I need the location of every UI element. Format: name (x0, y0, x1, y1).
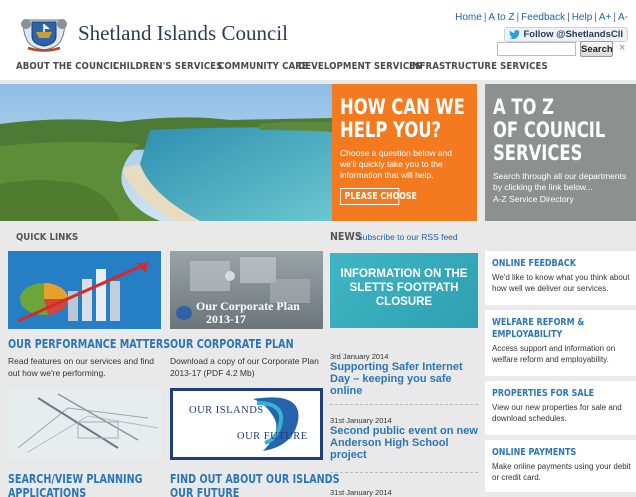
welfare-reform-text: Access support and information on welfar… (492, 344, 616, 364)
council-crest-logo[interactable] (18, 12, 70, 52)
online-payments-box[interactable]: ONLINE PAYMENTS Make online payments usi… (485, 440, 636, 492)
online-payments-title[interactable]: ONLINE PAYMENTS (492, 447, 576, 459)
site-header: Shetland Islands Council Home | A to Z | Fee… (0, 0, 636, 80)
our-islands-image-text-1: OUR ISLANDS (189, 405, 264, 416)
twitter-follow-label: Follow @ShetlandsCll (523, 29, 623, 40)
az-description: Search through all our departments by cl… (493, 171, 627, 192)
nav-childrens-services[interactable]: CHILDREN'S SERVICES (113, 61, 222, 72)
performance-matters-text: Read features on our services and find o… (8, 356, 155, 378)
our-islands-image[interactable]: OUR ISLANDS OUR FUTURE (170, 388, 323, 460)
search-input[interactable] (497, 42, 576, 56)
help-panel: HOW CAN WE HELP YOU? Choose a question b… (332, 84, 477, 221)
corporate-plan-text: Download a copy of our Corporate Plan 20… (170, 356, 319, 378)
our-islands-title-2[interactable]: OUR FUTURE (170, 486, 239, 497)
az-service-directory-link[interactable]: A-Z Service Directory (493, 194, 628, 204)
text-smaller-link[interactable]: A- (618, 12, 628, 23)
online-payments-text: Make online payments using your debit or… (492, 462, 631, 482)
our-islands-image-text-2: OUR FUTURE (237, 431, 308, 442)
news-headline[interactable]: Second public event on new Anderson High… (330, 425, 478, 461)
az-title-line3: SERVICES (493, 141, 583, 165)
welfare-reform-title-2[interactable]: EMPLOYABILITY (492, 329, 562, 341)
search-button[interactable]: Search (580, 41, 613, 57)
twitter-bird-icon (509, 30, 521, 39)
news-divider (330, 472, 478, 473)
planning-drawing-image[interactable] (8, 388, 161, 460)
online-feedback-box[interactable]: ONLINE FEEDBACK We'd like to know what y… (485, 251, 636, 305)
nav-infrastructure-services[interactable]: INFRASTRUCTURE SERVICES (409, 61, 548, 72)
rss-feed-link[interactable]: Subscribe to our RSS feed (357, 232, 458, 242)
feedback-link[interactable]: Feedback (521, 12, 565, 23)
help-description: Choose a question below and we'll quickl… (340, 148, 452, 180)
corporate-plan-title[interactable]: OUR CORPORATE PLAN (170, 337, 294, 351)
online-feedback-title[interactable]: ONLINE FEEDBACK (492, 258, 576, 270)
please-choose-button[interactable]: PLEASE CHOOSE (340, 188, 417, 205)
news-date: 3rd January 2014 (330, 352, 389, 361)
help-link[interactable]: Help (572, 12, 593, 23)
our-islands-title[interactable]: FIND OUT ABOUT OUR ISLANDS (170, 472, 340, 486)
help-title-line2: HELP YOU? (340, 118, 442, 142)
corporate-plan-image-text-2: 2013-17 (206, 312, 246, 326)
az-title-line1: A TO Z (493, 95, 555, 119)
properties-for-sale-text: View our new properties for sale and dow… (492, 403, 622, 423)
clear-search-icon[interactable]: × (619, 42, 625, 54)
welfare-reform-title[interactable]: WELFARE REFORM & (492, 317, 584, 329)
nav-about-the-council[interactable]: ABOUT THE COUNCIL (16, 61, 118, 72)
home-link[interactable]: Home (455, 12, 482, 23)
news-date: 31st January 2014 (330, 488, 392, 497)
sletts-footpath-banner[interactable]: INFORMATION ON THE SLETTS FOOTPATH CLOSU… (330, 253, 478, 328)
performance-chart-image[interactable] (8, 251, 161, 329)
planning-applications-title[interactable]: SEARCH/VIEW PLANNING (8, 472, 143, 486)
utility-links: Home | A to Z | Feedback | Help | A+ | A- (455, 12, 628, 23)
islands-swirl-graphic (253, 397, 299, 451)
hero-landscape-image (0, 84, 332, 221)
a-to-z-panel: A TO Z OF COUNCIL SERVICES Search throug… (485, 84, 636, 221)
text-larger-link[interactable]: A+ (599, 12, 612, 23)
welfare-reform-box[interactable]: WELFARE REFORM & EMPLOYABILITY Access su… (485, 310, 636, 376)
puzzle-pieces-graphic (176, 257, 310, 320)
main-navigation: ABOUT THE COUNCIL CHILDREN'S SERVICES CO… (16, 61, 548, 72)
planning-applications-title-2[interactable]: APPLICATIONS (8, 486, 86, 497)
council-name[interactable]: Shetland Islands Council (78, 21, 288, 46)
news-headline[interactable]: Supporting Safer Internet Day – keeping … (330, 361, 478, 397)
a-to-z-link[interactable]: A to Z (488, 12, 514, 23)
online-feedback-text: We'd like to know what you think about h… (492, 273, 630, 293)
help-title-line1: HOW CAN WE (340, 95, 465, 119)
news-date: 31st January 2014 (330, 416, 392, 425)
nav-community-care[interactable]: COMMUNITY CARE (218, 61, 308, 72)
az-title-line2: OF COUNCIL (493, 118, 606, 142)
nav-development-services[interactable]: DEVELOPMENT SERVICES (298, 61, 421, 72)
properties-for-sale-title[interactable]: PROPERTIES FOR SALE (492, 388, 594, 400)
corporate-plan-image[interactable]: Our Corporate Plan 2013-17 (170, 251, 323, 329)
performance-matters-title[interactable]: OUR PERFORMANCE MATTERS (8, 337, 170, 351)
twitter-follow-button[interactable]: Follow @ShetlandsCll (504, 27, 628, 42)
quick-links-heading: QUICK LINKS (16, 232, 79, 243)
news-divider (330, 404, 478, 405)
properties-for-sale-box[interactable]: PROPERTIES FOR SALE View our new propert… (485, 381, 636, 435)
